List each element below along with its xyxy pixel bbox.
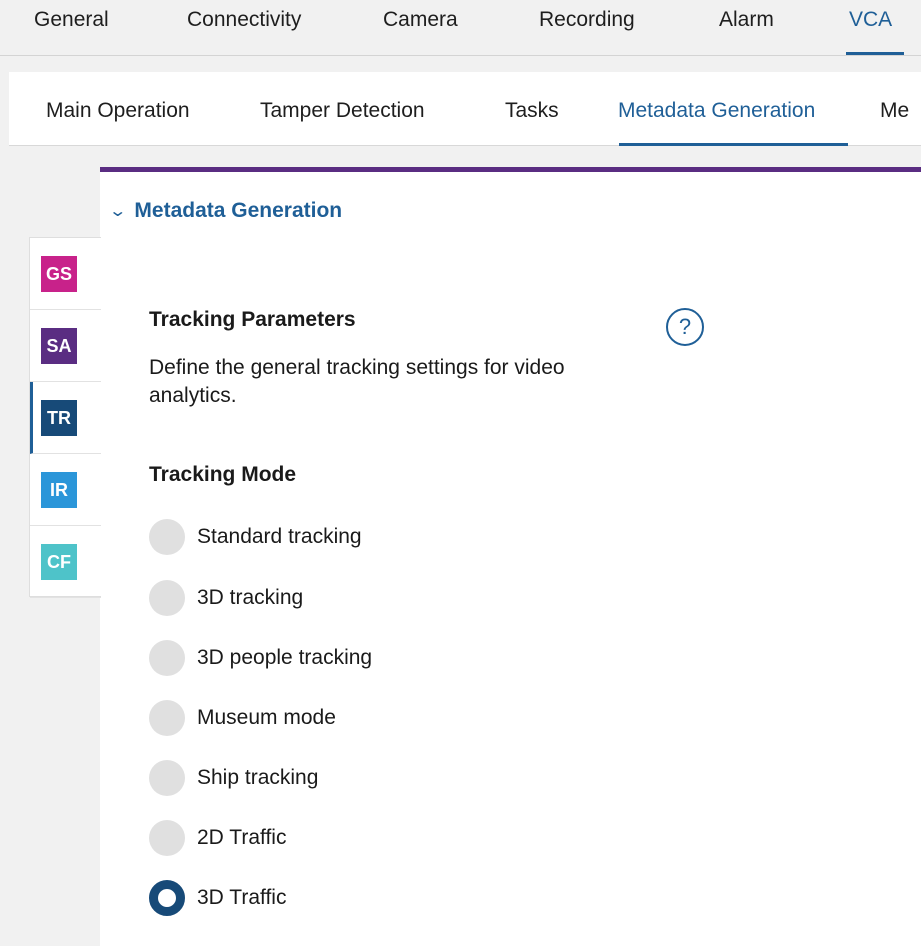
radio-ship-tracking[interactable]: Ship tracking	[149, 760, 318, 796]
top-navigation: General Connectivity Camera Recording Al…	[0, 0, 921, 56]
radio-button[interactable]	[149, 820, 185, 856]
radio-label: 3D tracking	[197, 586, 304, 609]
tab-vca[interactable]: VCA	[849, 8, 892, 32]
radio-button[interactable]	[149, 580, 185, 616]
tab-more-truncated[interactable]: Me	[880, 99, 909, 123]
rail-item-tr[interactable]: TR	[30, 382, 101, 454]
radio-3d-people-tracking[interactable]: 3D people tracking	[149, 640, 372, 676]
cf-badge: CF	[41, 544, 77, 580]
radio-label: Standard tracking	[197, 525, 362, 548]
tab-alarm[interactable]: Alarm	[719, 8, 774, 32]
radio-museum-mode[interactable]: Museum mode	[149, 700, 336, 736]
sa-badge: SA	[41, 328, 77, 364]
tab-recording[interactable]: Recording	[539, 8, 635, 32]
tab-tasks[interactable]: Tasks	[505, 99, 559, 123]
rail-item-gs[interactable]: GS	[30, 238, 101, 310]
tab-connectivity[interactable]: Connectivity	[187, 8, 301, 32]
gs-badge: GS	[41, 256, 77, 292]
help-icon[interactable]: ?	[666, 308, 704, 346]
radio-button[interactable]	[149, 519, 185, 555]
active-tab-indicator	[846, 52, 904, 55]
radio-button[interactable]	[149, 700, 185, 736]
radio-button[interactable]	[149, 760, 185, 796]
radio-label: 2D Traffic	[197, 826, 287, 849]
radio-button-checked[interactable]	[149, 880, 185, 916]
radio-standard-tracking[interactable]: Standard tracking	[149, 519, 362, 555]
radio-label: Ship tracking	[197, 766, 319, 789]
tracking-description: Define the general tracking settings for…	[149, 356, 565, 407]
chevron-down-icon: ⌄	[108, 203, 128, 220]
radio-label: 3D people tracking	[197, 646, 373, 669]
radio-label: 3D Traffic	[197, 886, 287, 909]
rail-item-ir[interactable]: IR	[30, 454, 101, 526]
task-rail: GS SA TR IR CF	[29, 237, 101, 598]
active-subtab-indicator	[619, 143, 848, 146]
tab-general[interactable]: General	[34, 8, 109, 32]
tab-tamper-detection[interactable]: Tamper Detection	[260, 99, 425, 123]
rail-item-sa[interactable]: SA	[30, 310, 101, 382]
radio-3d-traffic[interactable]: 3D Traffic	[149, 880, 286, 916]
section-title: Metadata Generation	[134, 199, 343, 222]
sub-navigation: Main Operation Tamper Detection Tasks Me…	[9, 72, 921, 146]
radio-2d-traffic[interactable]: 2D Traffic	[149, 820, 286, 856]
radio-3d-tracking[interactable]: 3D tracking	[149, 580, 303, 616]
tracking-parameters-heading: Tracking Parameters	[149, 308, 356, 331]
tr-badge: TR	[41, 400, 77, 436]
ir-badge: IR	[41, 472, 77, 508]
tab-metadata-generation[interactable]: Metadata Generation	[618, 99, 815, 123]
tab-camera[interactable]: Camera	[383, 8, 458, 32]
radio-button[interactable]	[149, 640, 185, 676]
rail-item-cf[interactable]: CF	[30, 526, 101, 598]
tracking-mode-heading: Tracking Mode	[149, 463, 297, 486]
radio-label: Museum mode	[197, 706, 336, 729]
section-header[interactable]: ⌄ Metadata Generation	[108, 199, 343, 223]
tab-main-operation[interactable]: Main Operation	[46, 99, 190, 123]
